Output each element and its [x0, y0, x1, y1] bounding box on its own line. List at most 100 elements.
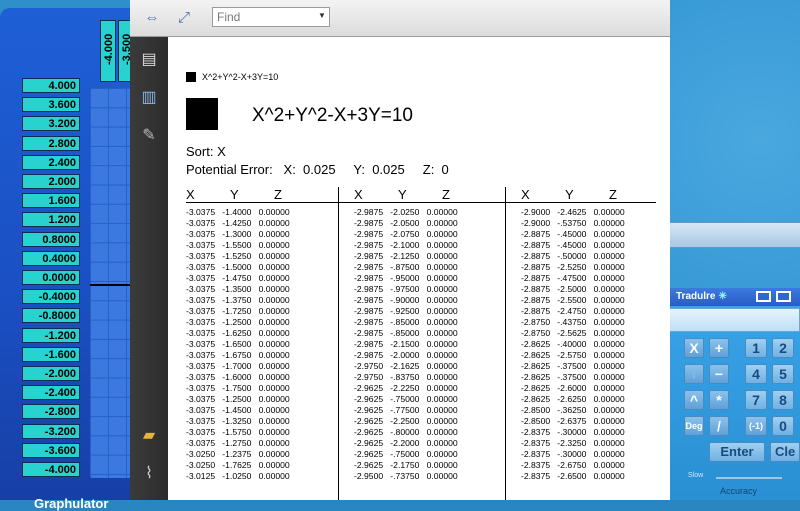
data-column-1: -3.0375 -1.4000 0.00000 -3.0375 -1.4250 0… — [186, 207, 290, 482]
col-x-header: X — [186, 187, 195, 202]
key-plus[interactable]: + — [709, 338, 729, 358]
attachments-icon[interactable]: ⌇ — [138, 463, 160, 485]
table-row: -2.9875 -.90000 0.00000 — [354, 295, 458, 305]
table-row: -3.0375 -1.3500 0.00000 — [186, 284, 290, 294]
y-axis-label: 2.400 — [22, 154, 80, 170]
key-7[interactable]: 7 — [745, 390, 767, 410]
table-row: -3.0375 -1.4250 0.00000 — [186, 218, 290, 228]
key-power[interactable]: ^ — [684, 390, 704, 410]
enter-button[interactable]: Enter — [709, 442, 765, 462]
key-8[interactable]: 8 — [772, 390, 794, 410]
table-row: -2.9875 -2.0000 0.00000 — [354, 350, 458, 360]
key-x[interactable]: X — [684, 338, 704, 358]
key-negate[interactable]: (-1) — [745, 416, 767, 436]
key-2[interactable]: 2 — [772, 338, 794, 358]
table-row: -2.9625 -.80000 0.00000 — [354, 427, 458, 437]
key-y[interactable]: Y — [684, 364, 704, 384]
table-row: -2.8625 -.37500 0.00000 — [521, 372, 625, 382]
table-row: -2.8875 -2.5000 0.00000 — [521, 284, 625, 294]
y-axis-label: 0.4000 — [22, 250, 80, 266]
potential-error-info: Potential Error: X: 0.025 Y: 0.025 Z: 0 — [186, 162, 449, 177]
table-row: -2.9875 -2.1000 0.00000 — [354, 240, 458, 250]
y-axis-label: 3.200 — [22, 116, 80, 132]
y-axis-label: 1.200 — [22, 212, 80, 228]
table-row: -2.9500 -.73750 0.00000 — [354, 471, 458, 481]
equation-title: X^2+Y^2-X+3Y=10 — [252, 105, 413, 126]
table-row: -2.9625 -2.2250 0.00000 — [354, 383, 458, 393]
table-row: -3.0375 -1.3250 0.00000 — [186, 416, 290, 426]
table-row: -2.8750 -2.5625 0.00000 — [521, 328, 625, 338]
table-row: -2.9625 -.75000 0.00000 — [354, 394, 458, 404]
comments-icon[interactable]: ▰ — [138, 425, 160, 447]
find-dropdown-icon[interactable]: ▼ — [318, 11, 326, 20]
maximize-button[interactable] — [776, 291, 791, 302]
col-z-header: Z — [609, 187, 617, 202]
y-axis-label: 3.600 — [22, 97, 80, 113]
y-axis-label: 2.000 — [22, 174, 80, 189]
graph-grid[interactable] — [90, 88, 135, 478]
col-y-header: Y — [398, 187, 407, 202]
table-row: -2.9750 -2.1625 0.00000 — [354, 361, 458, 371]
table-row: -2.9875 -.85000 0.00000 — [354, 317, 458, 327]
table-row: -3.0375 -1.6000 0.00000 — [186, 372, 290, 382]
col-y-header: Y — [565, 187, 574, 202]
table-row: -3.0375 -1.2500 0.00000 — [186, 317, 290, 327]
legend-swatch — [186, 72, 196, 82]
find-input[interactable]: Find — [212, 7, 330, 27]
table-row: -3.0375 -1.6500 0.00000 — [186, 339, 290, 349]
y-axis-label: 2.800 — [22, 135, 80, 151]
bookmarks-icon[interactable]: ▥ — [138, 87, 160, 109]
table-row: -2.9750 -.83750 0.00000 — [354, 372, 458, 382]
accuracy-slider[interactable] — [716, 477, 782, 479]
col-x-header: X — [521, 187, 530, 202]
y-axis-label: -0.4000 — [22, 289, 80, 305]
y-axis-label: -4.000 — [22, 462, 80, 477]
table-row: -2.8625 -.40000 0.00000 — [521, 339, 625, 349]
table-row: -2.8875 -2.4750 0.00000 — [521, 306, 625, 316]
y-axis-label: 0.8000 — [22, 231, 80, 247]
y-axis-label: 0.0000 — [22, 270, 80, 285]
key-deg[interactable]: Deg — [684, 416, 704, 436]
fit-page-icon[interactable]: ⤢ — [174, 8, 194, 28]
y-axis-label: -0.8000 — [22, 308, 80, 324]
table-row: -2.8500 -.36250 0.00000 — [521, 405, 625, 415]
table-row: -2.9875 -2.1500 0.00000 — [354, 339, 458, 349]
calculator-title: Tradulre — [676, 291, 716, 302]
y-axis-label: 4.000 — [22, 78, 80, 93]
y-axis-label: -1.200 — [22, 327, 80, 343]
table-row: -3.0250 -1.2375 0.00000 — [186, 449, 290, 459]
minimize-button[interactable] — [756, 291, 771, 302]
viewer-sidebar: ▤ ▥ ✎ ▰ ⌇ — [130, 37, 168, 500]
table-row: -2.8500 -2.6375 0.00000 — [521, 416, 625, 426]
signatures-icon[interactable]: ✎ — [138, 125, 160, 147]
fit-width-icon[interactable]: ⇔ — [142, 8, 162, 28]
table-row: -3.0375 -1.5000 0.00000 — [186, 262, 290, 272]
pdf-viewer-window: ⇔ ⤢ Find ▼ ▤ ▥ ✎ ▰ ⌇ X^2+Y^2-X+3Y=10 X^2… — [130, 0, 670, 500]
table-row: -2.8375 -.30000 0.00000 — [521, 427, 625, 437]
key-4[interactable]: 4 — [745, 364, 767, 384]
key-multiply[interactable]: * — [709, 390, 729, 410]
table-row: -3.0375 -1.4750 0.00000 — [186, 273, 290, 283]
table-row: -2.9875 -.97500 0.00000 — [354, 284, 458, 294]
table-row: -3.0375 -1.3000 0.00000 — [186, 229, 290, 239]
y-axis-label: -3.200 — [22, 423, 80, 439]
table-row: -2.8875 -.47500 0.00000 — [521, 273, 625, 283]
clear-button[interactable]: Cle — [770, 442, 800, 462]
legend-text: X^2+Y^2-X+3Y=10 — [202, 72, 279, 82]
table-row: -2.9875 -2.1250 0.00000 — [354, 251, 458, 261]
key-5[interactable]: 5 — [772, 364, 794, 384]
table-row: -3.0375 -1.5500 0.00000 — [186, 240, 290, 250]
table-row: -3.0375 -1.4500 0.00000 — [186, 405, 290, 415]
key-divide[interactable]: / — [709, 416, 729, 436]
column-separator — [505, 187, 506, 500]
key-1[interactable]: 1 — [745, 338, 767, 358]
thumbnails-icon[interactable]: ▤ — [138, 49, 160, 71]
x-axis-label: -4.000 — [100, 20, 116, 82]
table-row: -2.8375 -2.6750 0.00000 — [521, 460, 625, 470]
calculator-display[interactable] — [668, 308, 800, 332]
speed-label: Slow — [688, 472, 704, 479]
key-0[interactable]: 0 — [772, 416, 794, 436]
calculator-input-strip[interactable] — [668, 222, 800, 248]
key-minus[interactable]: − — [709, 364, 729, 384]
table-row: -2.8750 -.43750 0.00000 — [521, 317, 625, 327]
